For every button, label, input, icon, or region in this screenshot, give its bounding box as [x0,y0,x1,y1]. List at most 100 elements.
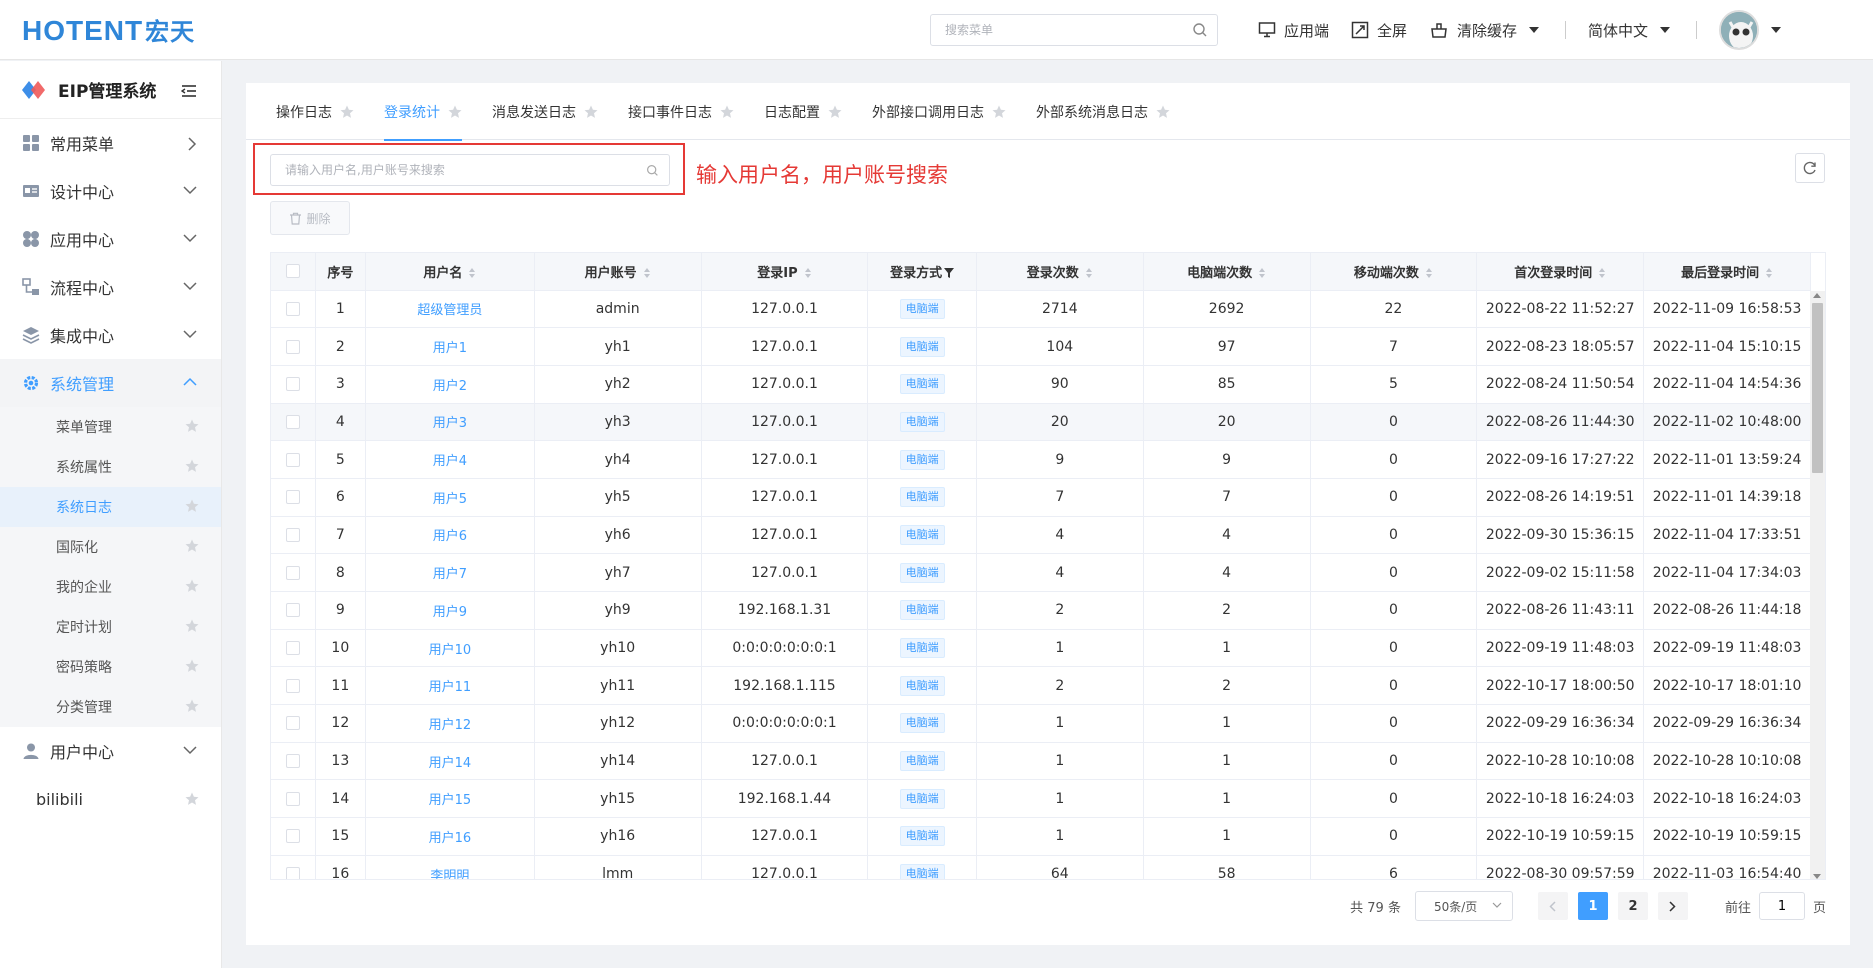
col-header-first-login[interactable]: 首次登录时间 [1476,253,1645,291]
star-icon[interactable] [720,105,734,119]
table-row[interactable]: 5 用户4 yh4 127.0.0.1 电脑端 9 9 0 2022-09-16 17:27:2… [271,440,1811,479]
prev-page-button[interactable] [1537,892,1568,920]
star-icon[interactable] [185,459,199,473]
row-checkbox[interactable] [285,754,300,769]
tab-operation-log[interactable]: 操作日志 [276,83,354,140]
sidebar-subitem-category-management[interactable]: 分类管理 [0,687,221,727]
tab-interface-event-log[interactable]: 接口事件日志 [628,83,734,140]
sidebar-subitem-i18n[interactable]: 国际化 [0,527,221,567]
table-scrollbar[interactable] [1810,291,1825,879]
user-search-input[interactable] [271,155,631,185]
search-icon[interactable] [1192,22,1208,42]
username-link[interactable]: 用户14 [429,756,472,771]
col-header-username[interactable]: 用户名 [365,253,535,291]
refresh-button[interactable] [1795,153,1825,183]
table-row[interactable]: 12 用户12 yh12 0:0:0:0:0:0:0:1 电脑端 1 1 0 2022-09-2… [271,704,1811,743]
tab-login-stats[interactable]: 登录统计 [384,83,462,141]
table-row[interactable]: 10 用户10 yh10 0:0:0:0:0:0:0:1 电脑端 1 1 0 2022-09-1… [271,629,1811,668]
sort-icon[interactable] [804,267,812,279]
sort-icon[interactable] [643,267,651,279]
star-icon[interactable] [1156,105,1170,119]
username-link[interactable]: 用户10 [429,643,472,658]
username-link[interactable]: 用户1 [433,341,467,356]
sidebar-item-common-menu[interactable]: 常用菜单 [0,119,221,167]
row-checkbox[interactable] [285,791,300,806]
row-checkbox[interactable] [285,527,300,542]
filter-icon[interactable] [944,268,955,279]
star-icon[interactable] [185,499,199,513]
username-link[interactable]: 用户16 [429,831,472,846]
goto-page-input[interactable] [1758,892,1805,920]
star-icon[interactable] [185,619,199,633]
tab-external-api-log[interactable]: 外部接口调用日志 [872,83,1006,140]
table-row[interactable]: 11 用户11 yh11 192.168.1.115 电脑端 2 2 0 2022-10-17 … [271,666,1811,706]
row-checkbox[interactable] [285,301,300,316]
row-checkbox[interactable] [285,603,300,618]
sidebar-subitem-menu-management[interactable]: 菜单管理 [0,407,221,447]
row-checkbox[interactable] [285,867,300,879]
sort-icon[interactable] [1598,267,1606,279]
tab-external-message-log[interactable]: 外部系统消息日志 [1036,83,1170,140]
sort-icon[interactable] [1258,267,1266,279]
sidebar-subitem-scheduled-plan[interactable]: 定时计划 [0,607,221,647]
row-checkbox[interactable] [285,565,300,580]
table-row[interactable]: 9 用户9 yh9 192.168.1.31 电脑端 2 2 0 2022-08-26 11:4… [271,591,1811,630]
scrollbar-thumb[interactable] [1812,303,1823,473]
col-header-pc-count[interactable]: 电脑端次数 [1143,253,1311,291]
star-icon[interactable] [185,659,199,673]
fullscreen-button[interactable]: 全屏 [1351,20,1407,41]
table-row[interactable]: 8 用户7 yh7 127.0.0.1 电脑端 4 4 0 2022-09-02 15:11:5… [271,553,1811,592]
star-icon[interactable] [185,792,199,806]
row-checkbox[interactable] [285,414,300,429]
sidebar-subitem-system-log[interactable]: 系统日志 [0,487,221,527]
row-checkbox[interactable] [285,641,300,656]
tab-log-config[interactable]: 日志配置 [764,83,842,140]
sidebar-item-app-center[interactable]: 应用中心 [0,215,221,263]
col-header-account[interactable]: 用户账号 [534,253,702,291]
sidebar-item-flow-center[interactable]: 流程中心 [0,263,221,311]
language-select[interactable]: 简体中文 [1588,20,1671,41]
menu-search-input[interactable] [931,15,1171,45]
next-page-button[interactable] [1657,892,1688,920]
table-row[interactable]: 15 用户16 yh16 127.0.0.1 电脑端 1 1 0 2022-10-19 10:5… [271,817,1811,856]
search-icon[interactable] [646,164,659,181]
sidebar-subitem-system-properties[interactable]: 系统属性 [0,447,221,487]
sidebar-subitem-password-policy[interactable]: 密码策略 [0,647,221,687]
app-client-button[interactable]: 应用端 [1258,20,1329,41]
row-checkbox[interactable] [285,452,300,467]
col-header-login-ip[interactable]: 登录IP [701,253,869,291]
star-icon[interactable] [185,539,199,553]
username-link[interactable]: 用户12 [429,718,472,733]
username-link[interactable]: 用户6 [433,529,467,544]
row-checkbox[interactable] [285,377,300,392]
star-icon[interactable] [584,105,598,119]
row-checkbox[interactable] [285,339,300,354]
sidebar-subitem-my-enterprise[interactable]: 我的企业 [0,567,221,607]
row-checkbox[interactable] [285,716,300,731]
select-all-checkbox[interactable] [285,264,300,279]
username-link[interactable]: 用户3 [433,416,467,431]
table-row[interactable]: 4 用户3 yh3 127.0.0.1 电脑端 20 20 0 2022-08-26 11:44… [271,403,1811,442]
username-link[interactable]: 用户15 [429,793,472,808]
username-link[interactable]: 李明明 [430,869,469,879]
col-header-last-login[interactable]: 最后登录时间 [1643,253,1811,291]
page-size-select[interactable]: 50条/页 [1414,891,1513,921]
avatar-chevron-down-icon[interactable] [1771,27,1782,33]
scroll-up-arrow-icon[interactable] [1813,293,1821,298]
col-header-login-count[interactable]: 登录次数 [976,253,1144,291]
star-icon[interactable] [185,419,199,433]
hotent-logo[interactable]: HOTENT宏天 [22,12,195,47]
row-checkbox[interactable] [285,678,300,693]
username-link[interactable]: 用户9 [433,605,467,620]
sidebar-item-user-center[interactable]: 用户中心 [0,727,221,775]
sort-icon[interactable] [1425,267,1433,279]
table-row[interactable]: 14 用户15 yh15 192.168.1.44 电脑端 1 1 0 2022-10-18 1… [271,779,1811,819]
table-row[interactable]: 3 用户2 yh2 127.0.0.1 电脑端 90 85 5 2022-08-24 11:50… [271,365,1811,404]
sidebar-item-integration-center[interactable]: 集成中心 [0,311,221,359]
sort-icon[interactable] [1765,267,1773,279]
tab-message-send-log[interactable]: 消息发送日志 [492,83,598,140]
star-icon[interactable] [185,699,199,713]
page-1-button[interactable]: 1 [1577,892,1608,920]
star-icon[interactable] [340,105,354,119]
row-checkbox[interactable] [285,490,300,505]
